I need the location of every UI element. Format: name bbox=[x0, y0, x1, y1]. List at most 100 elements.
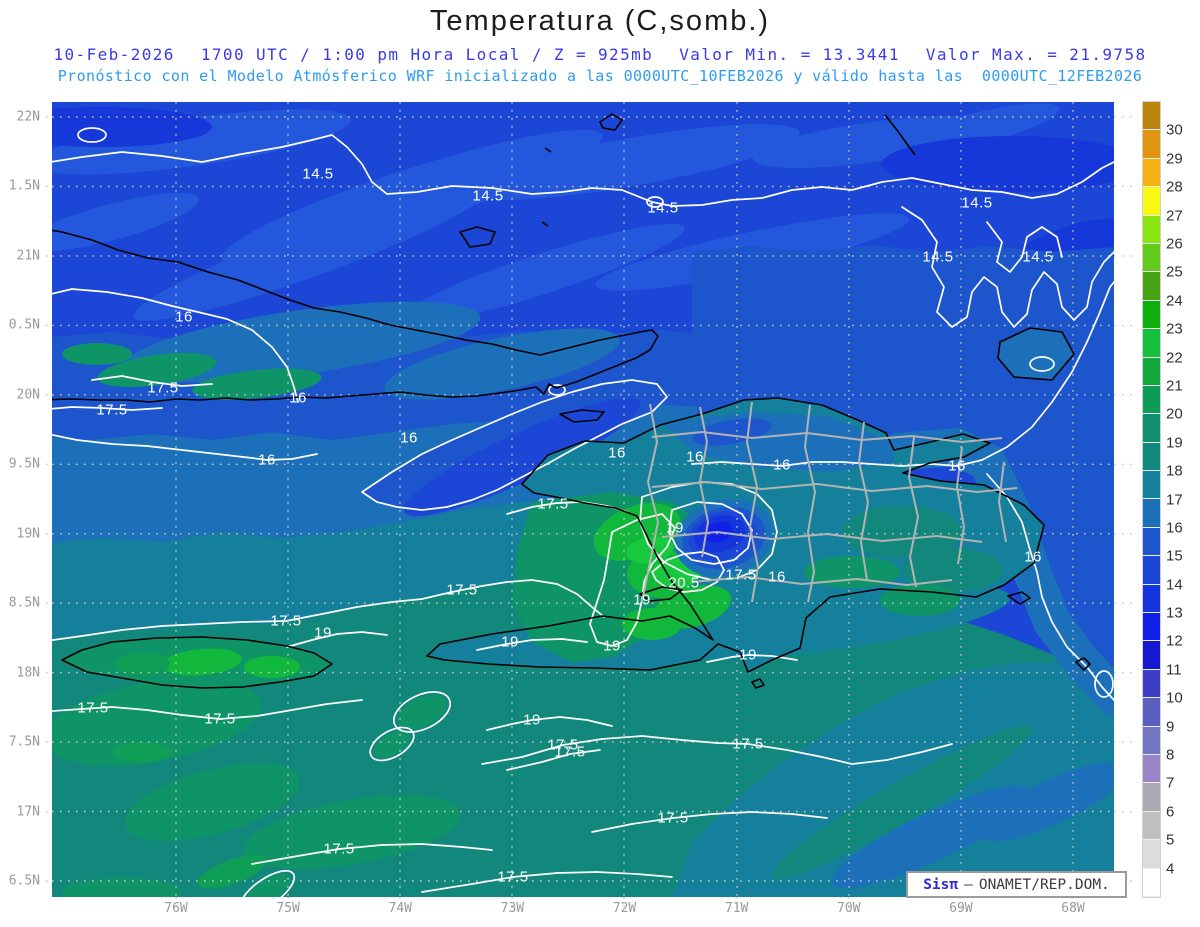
attribution-box: Sisπ – ONAMET/REP.DOM. bbox=[906, 871, 1127, 898]
contour-label: 14.5 bbox=[472, 187, 504, 205]
contour-label: 17.5 bbox=[537, 495, 569, 513]
colorbar-cell bbox=[1143, 811, 1160, 841]
colorbar-tick-label: 15 bbox=[1166, 547, 1183, 565]
contour-label: 17.5 bbox=[96, 401, 128, 419]
x-axis-label: 69W bbox=[949, 901, 973, 916]
contour-label: 20.5 bbox=[668, 574, 700, 592]
colorbar-tick-label: 30 bbox=[1166, 121, 1183, 139]
colorbar-cell bbox=[1143, 102, 1160, 131]
y-axis-label: 20N bbox=[16, 387, 40, 403]
y-axis-label: 7.5N bbox=[8, 734, 40, 750]
model-init-line: Pronóstico con el Modelo Atmósferico WRF… bbox=[57, 67, 1143, 85]
contour-label: 14.5 bbox=[961, 194, 993, 212]
attribution-dash: – bbox=[964, 876, 973, 893]
colorbar-cell bbox=[1143, 868, 1160, 897]
contour-label: 19 bbox=[666, 519, 684, 537]
colorbar-cell bbox=[1143, 499, 1160, 528]
y-axis-label: 9.5N bbox=[8, 456, 40, 472]
colorbar-cell bbox=[1143, 385, 1160, 415]
colorbar-tick-label: 14 bbox=[1166, 576, 1183, 594]
colorbar-tick-label: 8 bbox=[1166, 746, 1175, 764]
contour-label: 14.5 bbox=[1022, 248, 1054, 266]
contour-label: 17.5 bbox=[732, 735, 764, 753]
colorbar-tick-label: 9 bbox=[1166, 718, 1175, 736]
colorbar-tick-label: 26 bbox=[1166, 235, 1183, 253]
forecast-time-level: 1700 UTC / 1:00 pm Hora Local / Z = 925m… bbox=[200, 45, 654, 64]
contour-label: 17.5 bbox=[204, 710, 236, 728]
x-axis-label: 68W bbox=[1061, 901, 1085, 916]
colorbar-cell bbox=[1143, 357, 1160, 386]
colorbar-tick-label: 20 bbox=[1166, 405, 1183, 423]
attribution-org: ONAMET/REP.DOM. bbox=[978, 876, 1110, 893]
contour-label: 16 bbox=[686, 448, 704, 466]
colorbar-tick-label: 19 bbox=[1166, 434, 1183, 452]
contour-label: 17.5 bbox=[77, 699, 109, 717]
colorbar-tick-label: 13 bbox=[1166, 604, 1183, 622]
contour-label: 16 bbox=[289, 389, 307, 407]
y-axis-label: 22N bbox=[16, 109, 40, 125]
contour-label: 16 bbox=[608, 444, 626, 462]
contour-label: 17.5 bbox=[446, 581, 478, 599]
temperature-map bbox=[38, 102, 1134, 907]
contour-label: 19 bbox=[603, 637, 621, 655]
colorbar-tick-label: 29 bbox=[1166, 150, 1183, 168]
x-axis-label: 75W bbox=[276, 901, 300, 916]
forecast-date: 10-Feb-2026 bbox=[53, 45, 175, 64]
colorbar-cell bbox=[1143, 158, 1160, 188]
colorbar-tick-label: 10 bbox=[1166, 689, 1183, 707]
colorbar-tick-label: 17 bbox=[1166, 491, 1183, 508]
contour-label: 17.5 bbox=[147, 379, 179, 397]
y-axis-label: 6.5N bbox=[8, 873, 40, 889]
colorbar-cell bbox=[1143, 187, 1160, 216]
contour-label: 17.5 bbox=[554, 743, 586, 761]
y-axis-label: 8.5N bbox=[8, 595, 40, 611]
y-axis-label: 1.5N bbox=[8, 178, 40, 194]
contour-label: 14.5 bbox=[647, 199, 679, 217]
x-axis-label: 71W bbox=[724, 901, 749, 916]
contour-label: 16 bbox=[948, 457, 966, 475]
y-axis-label: 17N bbox=[16, 804, 40, 819]
colorbar-tick-label: 24 bbox=[1166, 292, 1183, 310]
contour-label: 19 bbox=[739, 646, 757, 664]
colorbar-tick-label: 23 bbox=[1166, 320, 1183, 338]
y-axis-label: 21N bbox=[16, 248, 40, 264]
contour-label: 17.5 bbox=[657, 809, 689, 827]
colorbar-cell bbox=[1143, 215, 1160, 244]
colorbar bbox=[1142, 101, 1161, 898]
contour-label: 19 bbox=[633, 591, 651, 609]
colorbar-cell bbox=[1143, 584, 1160, 614]
contour-label: 17.5 bbox=[497, 868, 529, 886]
colorbar-cell bbox=[1143, 840, 1160, 869]
colorbar-cell bbox=[1143, 414, 1160, 443]
contour-label: 16 bbox=[768, 568, 786, 586]
contour-label: 17.5 bbox=[725, 566, 757, 584]
x-axis-label: 76W bbox=[164, 901, 188, 916]
x-axis-label: 74W bbox=[388, 901, 412, 916]
colorbar-tick-label: 22 bbox=[1166, 349, 1183, 367]
colorbar-cell bbox=[1143, 243, 1160, 273]
colorbar-cell bbox=[1143, 556, 1160, 585]
colorbar-cell bbox=[1143, 527, 1160, 557]
x-axis-label: 73W bbox=[500, 901, 525, 916]
colorbar-tick-label: 7 bbox=[1166, 774, 1175, 792]
page-title: Temperatura (C,somb.) bbox=[429, 5, 771, 37]
colorbar-cell bbox=[1143, 300, 1160, 330]
colorbar-cell bbox=[1143, 130, 1160, 159]
colorbar-cell bbox=[1143, 726, 1160, 755]
colorbar-tick-label: 25 bbox=[1166, 263, 1183, 281]
y-axis-label: 18N bbox=[16, 665, 40, 681]
colorbar-tick-label: 11 bbox=[1166, 661, 1182, 679]
value-min: Valor Min. = 13.3441 bbox=[679, 45, 900, 64]
colorbar-cell bbox=[1143, 272, 1160, 301]
colorbar-tick-label: 12 bbox=[1166, 632, 1183, 650]
colorbar-cell bbox=[1143, 698, 1160, 727]
contour-label: 16 bbox=[258, 451, 276, 469]
contour-label: 19 bbox=[523, 711, 541, 729]
colorbar-tick-label: 28 bbox=[1166, 178, 1183, 196]
x-axis-label: 70W bbox=[837, 901, 861, 916]
contour-label: 19 bbox=[314, 624, 332, 642]
colorbar-cell bbox=[1143, 442, 1160, 472]
colorbar-cell bbox=[1143, 754, 1160, 784]
colorbar-tick-label: 18 bbox=[1166, 462, 1183, 480]
colorbar-cell bbox=[1143, 669, 1160, 699]
